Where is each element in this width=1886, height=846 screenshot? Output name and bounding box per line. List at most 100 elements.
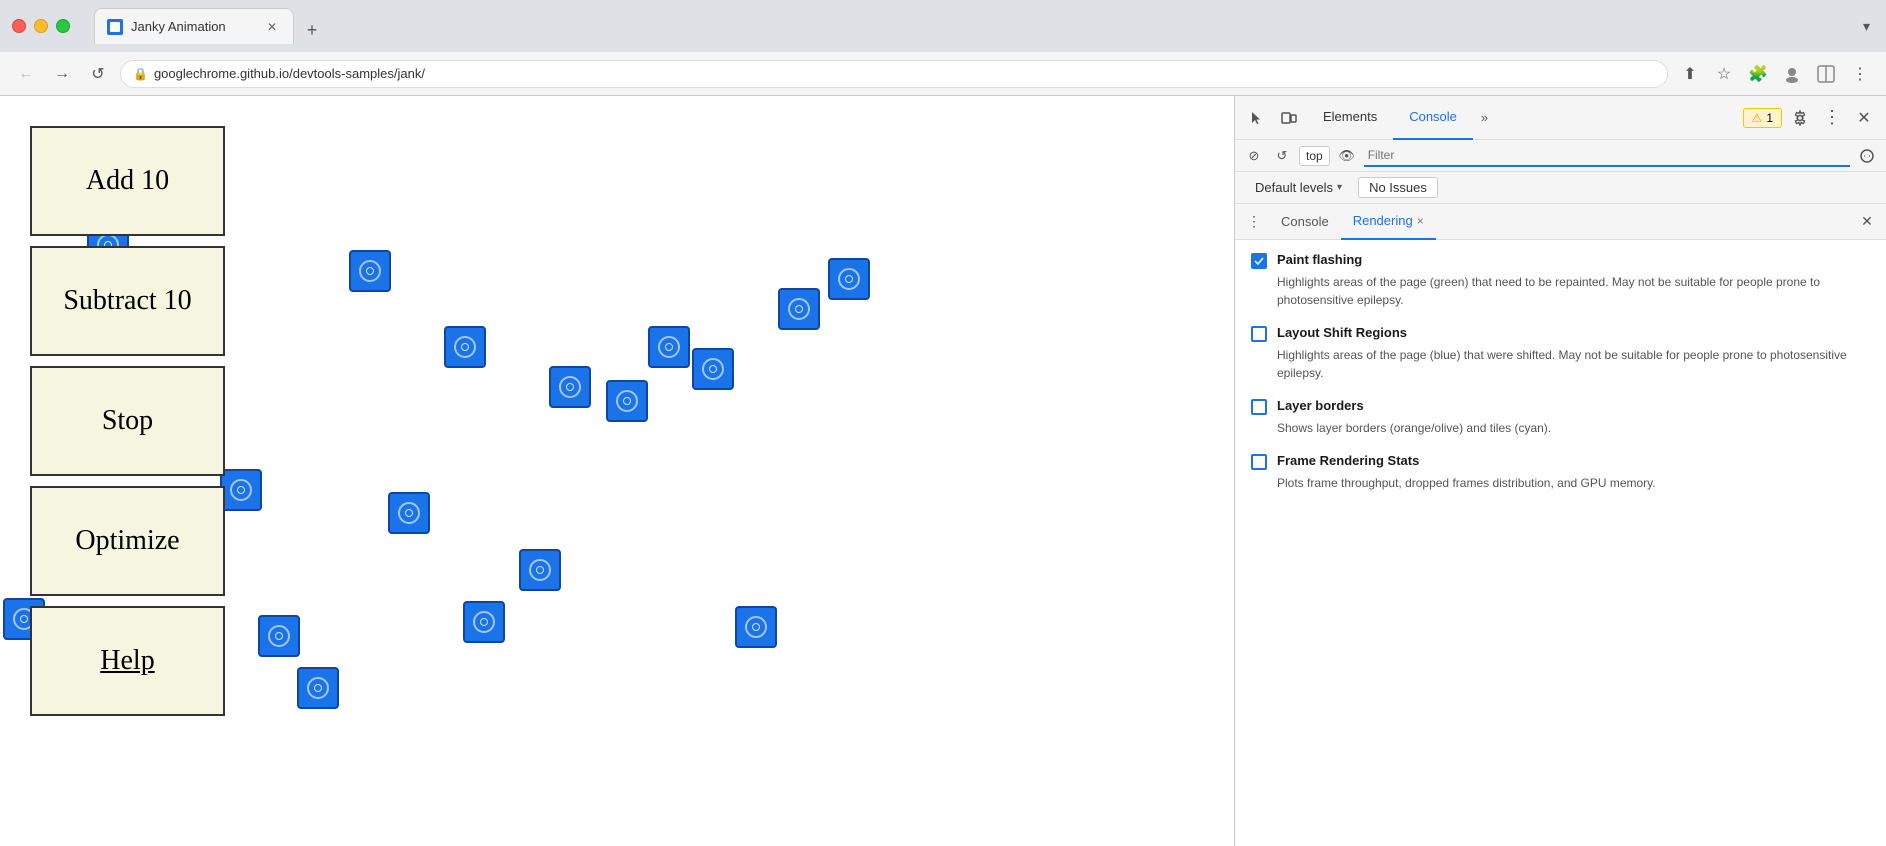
rendering-tab-options-icon[interactable]: ⋮: [1243, 211, 1265, 233]
animated-box: [349, 250, 391, 292]
frame-rendering-stats-title: Frame Rendering Stats: [1277, 453, 1419, 468]
eye-icon[interactable]: 👁: [1336, 145, 1358, 167]
rendering-console-tab[interactable]: Console: [1269, 204, 1341, 240]
page-content: Add 10 Subtract 10 Stop Optimize Help: [0, 96, 1234, 846]
close-traffic-light[interactable]: [12, 19, 26, 33]
optimize-button[interactable]: Optimize: [30, 486, 225, 596]
subtract-10-button[interactable]: Subtract 10: [30, 246, 225, 356]
layout-shift-checkbox[interactable]: [1251, 326, 1267, 342]
animated-box: [463, 601, 505, 643]
frame-rendering-stats-desc: Plots frame throughput, dropped frames d…: [1251, 474, 1870, 492]
console-filter-input[interactable]: [1364, 145, 1850, 167]
rendering-tabs-row: ⋮ Console Rendering × ✕: [1235, 204, 1886, 240]
clear-console-icon[interactable]: ⊘: [1243, 145, 1265, 167]
profile-icon[interactable]: [1778, 60, 1806, 88]
animated-box: [549, 366, 591, 408]
bookmark-icon[interactable]: ☆: [1710, 60, 1738, 88]
new-tab-button[interactable]: +: [298, 16, 326, 44]
window-dropdown-button[interactable]: ▾: [1859, 14, 1874, 39]
rendering-tab-active[interactable]: Rendering ×: [1341, 204, 1436, 240]
address-bar[interactable]: 🔒 googlechrome.github.io/devtools-sample…: [120, 60, 1668, 88]
animated-box: [692, 348, 734, 390]
browser-tab-active[interactable]: Janky Animation ✕: [94, 8, 294, 44]
animated-box: [444, 326, 486, 368]
devtools-header: Elements Console » ⚠ 1 ⋮ ✕: [1235, 96, 1886, 140]
paint-flashing-option: Paint flashing Highlights areas of the p…: [1251, 252, 1870, 309]
top-context-selector[interactable]: top: [1299, 146, 1330, 166]
warning-icon: ⚠: [1752, 111, 1763, 125]
forward-button[interactable]: →: [48, 60, 76, 88]
animated-box: [828, 258, 870, 300]
rendering-tab-close-icon[interactable]: ×: [1417, 214, 1424, 228]
layout-shift-option: Layout Shift Regions Highlights areas of…: [1251, 325, 1870, 382]
lock-icon: 🔒: [133, 67, 148, 81]
help-button[interactable]: Help: [30, 606, 225, 716]
paint-flashing-header: Paint flashing: [1251, 252, 1870, 269]
devtools-more-options-icon[interactable]: ⋮: [1818, 104, 1846, 132]
maximize-traffic-light[interactable]: [56, 19, 70, 33]
tab-favicon: [107, 19, 123, 35]
paint-flashing-title: Paint flashing: [1277, 252, 1362, 267]
jank-buttons: Add 10 Subtract 10 Stop Optimize Help: [30, 126, 225, 716]
warning-count: 1: [1766, 111, 1773, 125]
browser-window: Janky Animation ✕ + ▾ ← → ↺ 🔒 googlechro…: [0, 0, 1886, 846]
stop-button[interactable]: Stop: [30, 366, 225, 476]
dropdown-arrow-icon: ▾: [1337, 182, 1342, 193]
window-controls: ▾: [1859, 14, 1874, 39]
animated-box: [297, 667, 339, 709]
animated-box: [735, 606, 777, 648]
default-levels-label: Default levels: [1255, 180, 1333, 195]
rendering-tab-label: Rendering: [1353, 213, 1413, 228]
animated-box: [648, 326, 690, 368]
no-issues-button[interactable]: No Issues: [1358, 177, 1438, 198]
tabs-bar: Janky Animation ✕ +: [94, 8, 1851, 44]
devtools-panel: Elements Console » ⚠ 1 ⋮ ✕ ⊘ ↺ top: [1234, 96, 1886, 846]
back-button[interactable]: ←: [12, 60, 40, 88]
layer-borders-header: Layer borders: [1251, 398, 1870, 415]
devtools-more-tabs-button[interactable]: »: [1473, 96, 1496, 140]
layout-shift-title: Layout Shift Regions: [1277, 325, 1407, 340]
reload-button[interactable]: ↺: [84, 60, 112, 88]
rendering-options-panel: Paint flashing Highlights areas of the p…: [1235, 240, 1886, 846]
default-levels-button[interactable]: Default levels ▾: [1247, 178, 1350, 197]
devtools-tab-console[interactable]: Console: [1393, 96, 1473, 140]
animated-box: [519, 549, 561, 591]
layer-borders-option: Layer borders Shows layer borders (orang…: [1251, 398, 1870, 437]
layout-shift-header: Layout Shift Regions: [1251, 325, 1870, 342]
frame-rendering-stats-checkbox[interactable]: [1251, 454, 1267, 470]
device-toggle-icon[interactable]: [1275, 104, 1303, 132]
menu-icon[interactable]: ⋮: [1846, 60, 1874, 88]
filter-options-icon[interactable]: [1856, 145, 1878, 167]
share-icon[interactable]: ⬆: [1676, 60, 1704, 88]
layout-shift-desc: Highlights areas of the page (blue) that…: [1251, 346, 1870, 382]
extensions-icon[interactable]: 🧩: [1744, 60, 1772, 88]
animated-box: [778, 288, 820, 330]
layer-borders-title: Layer borders: [1277, 398, 1364, 413]
layer-borders-checkbox[interactable]: [1251, 399, 1267, 415]
animated-box: [258, 615, 300, 657]
main-area: Add 10 Subtract 10 Stop Optimize Help: [0, 96, 1886, 846]
devtools-warning-badge[interactable]: ⚠ 1: [1743, 108, 1782, 128]
devtools-close-button[interactable]: ✕: [1850, 104, 1878, 132]
frame-rendering-stats-option: Frame Rendering Stats Plots frame throug…: [1251, 453, 1870, 492]
animated-box: [388, 492, 430, 534]
frame-rendering-stats-header: Frame Rendering Stats: [1251, 453, 1870, 470]
tab-close-button[interactable]: ✕: [263, 18, 281, 36]
animated-box: [220, 469, 262, 511]
toolbar-actions: ⬆ ☆ 🧩 ⋮: [1676, 60, 1874, 88]
devtools-settings-icon[interactable]: [1786, 104, 1814, 132]
devtools-panel-icon[interactable]: [1812, 60, 1840, 88]
favicon-inner: [110, 22, 120, 32]
paint-flashing-checkbox[interactable]: [1251, 253, 1267, 269]
paint-flashing-desc: Highlights areas of the page (green) tha…: [1251, 273, 1870, 309]
minimize-traffic-light[interactable]: [34, 19, 48, 33]
cursor-tool-icon[interactable]: [1243, 104, 1271, 132]
rendering-panel-close-button[interactable]: ✕: [1856, 211, 1878, 233]
devtools-main-tabs: Elements Console »: [1307, 96, 1739, 140]
traffic-lights: [12, 19, 70, 33]
add-10-button[interactable]: Add 10: [30, 126, 225, 236]
tab-title: Janky Animation: [131, 19, 255, 34]
devtools-tab-elements[interactable]: Elements: [1307, 96, 1393, 140]
address-text: googlechrome.github.io/devtools-samples/…: [154, 66, 1655, 81]
reload-icon[interactable]: ↺: [1271, 145, 1293, 167]
